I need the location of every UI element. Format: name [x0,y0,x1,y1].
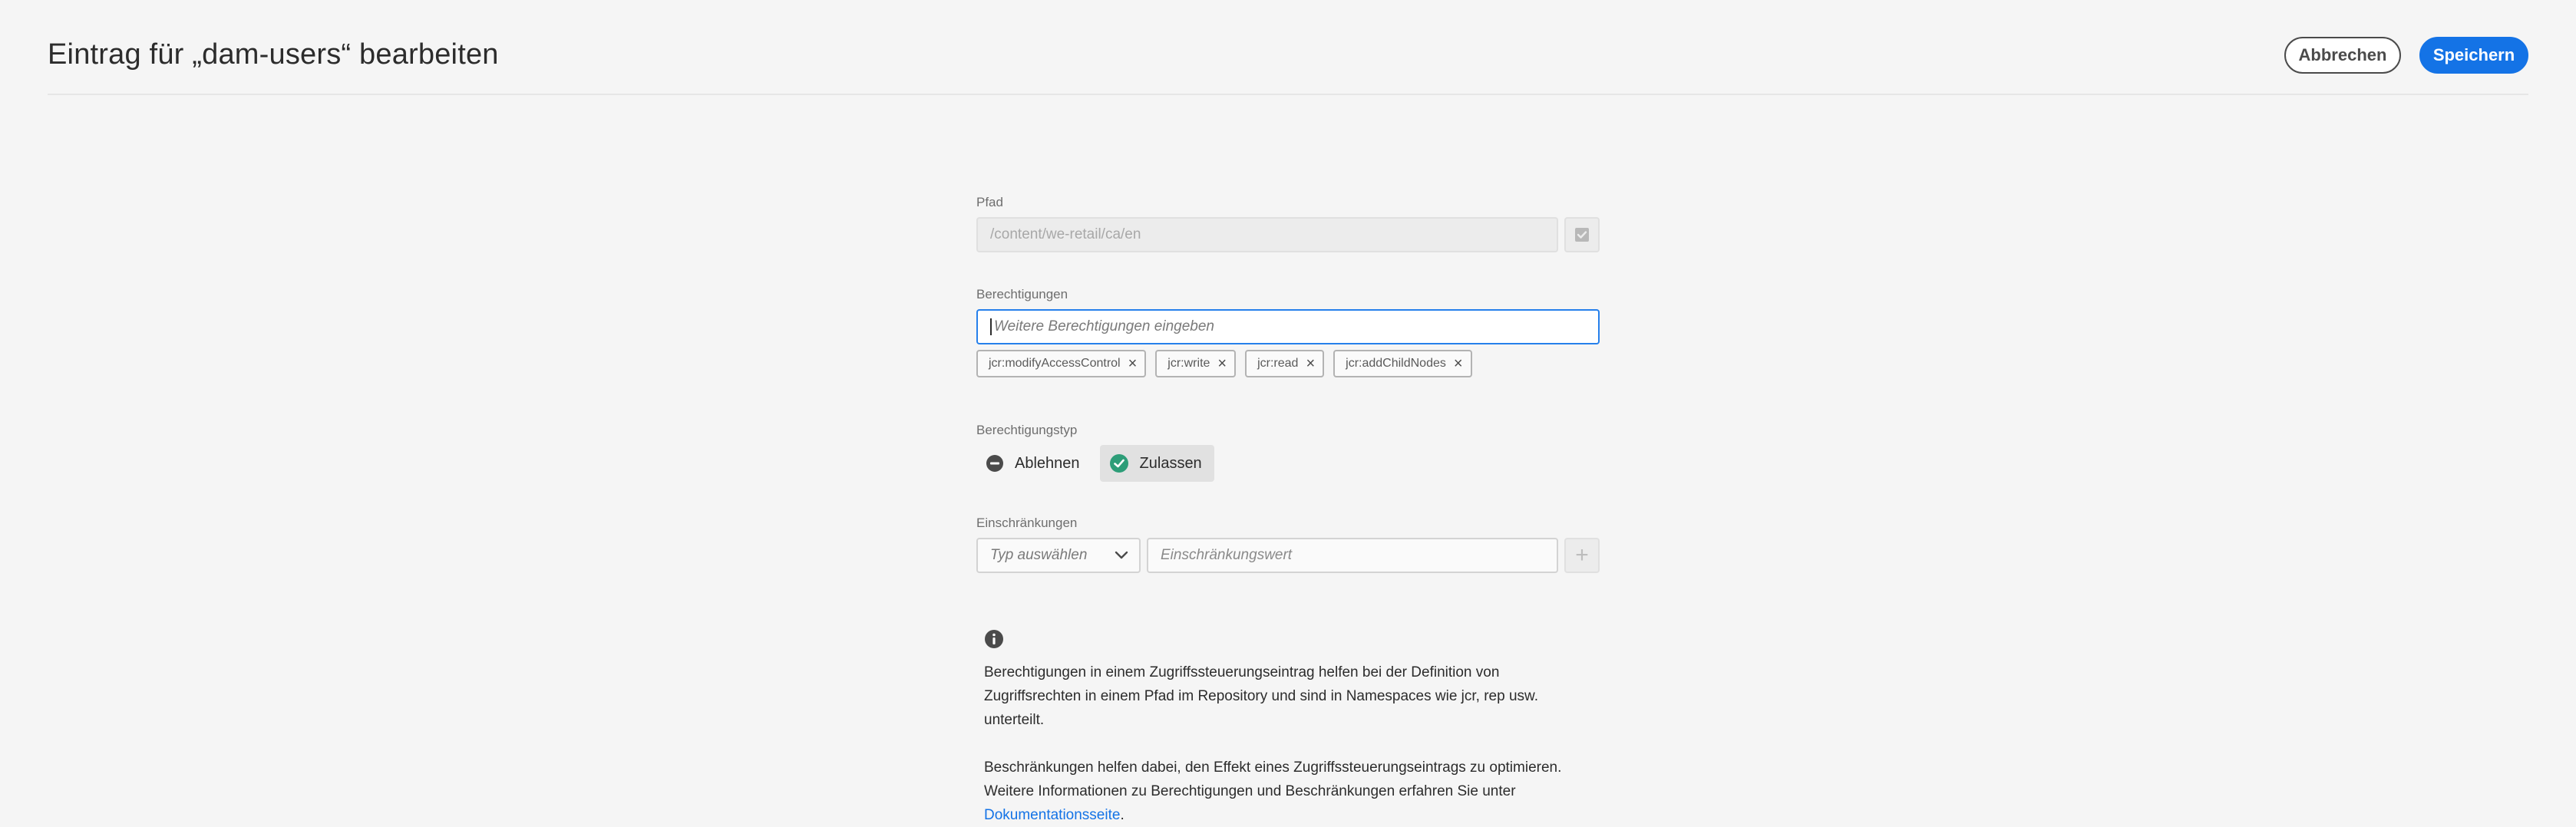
deny-icon [986,454,1004,473]
checkbox-icon [1575,228,1589,242]
restrictions-label: Einschränkungen [976,516,1078,530]
path-browse-button [1564,217,1600,252]
plus-icon: + [1575,542,1589,568]
tag-label: jcr:addChildNodes [1346,357,1446,370]
permission-tag: jcr:write × [1155,350,1237,377]
tag-label: jcr:modifyAccessControl [989,357,1121,370]
info-icon [985,630,1003,648]
page-title: Eintrag für „dam-users“ bearbeiten [48,38,499,71]
path-input: /content/we-retail/ca/en [976,217,1558,252]
documentation-link[interactable]: Dokumentationsseite [984,807,1120,823]
allow-check-icon [1109,453,1129,473]
permission-tags: jcr:modifyAccessControl × jcr:write × jc… [976,350,1472,377]
allow-label: Zulassen [1139,454,1202,472]
permissions-label: Berechtigungen [976,287,1068,301]
permission-type-label: Berechtigungstyp [976,423,1078,437]
path-label: Pfad [976,195,1003,209]
path-value: /content/we-retail/ca/en [990,226,1141,242]
cancel-button[interactable]: Abbrechen [2284,37,2401,74]
tag-label: jcr:read [1257,357,1299,370]
restriction-type-select[interactable]: Typ auswählen [976,538,1141,573]
permissions-input[interactable]: Weitere Berechtigungen eingeben [976,309,1600,344]
permission-tag: jcr:read × [1245,350,1325,377]
restriction-value-placeholder: Einschränkungswert [1161,547,1293,563]
info-paragraph-restrictions-text: Beschränkungen helfen dabei, den Effekt … [984,759,1562,799]
text-caret [990,318,992,335]
restriction-value-input[interactable]: Einschränkungswert [1147,538,1558,573]
deny-label: Ablehnen [1015,454,1080,472]
allow-option[interactable]: Zulassen [1099,445,1214,482]
deny-option[interactable]: Ablehnen [976,445,1092,482]
info-paragraph-restrictions: Beschränkungen helfen dabei, den Effekt … [984,756,1583,827]
permission-tag: jcr:modifyAccessControl × [976,350,1147,377]
remove-tag-icon[interactable]: × [1306,356,1315,371]
remove-tag-icon[interactable]: × [1217,356,1227,371]
save-button[interactable]: Speichern [2419,37,2528,74]
permission-tag: jcr:addChildNodes × [1333,350,1472,377]
info-section: Berechtigungen in einem Zugriffssteuerun… [984,629,1583,827]
info-paragraph-permissions: Berechtigungen in einem Zugriffssteuerun… [984,664,1538,728]
tag-label: jcr:write [1167,357,1210,370]
remove-tag-icon[interactable]: × [1454,356,1463,371]
page-header: Eintrag für „dam-users“ bearbeiten Abbre… [48,0,2528,95]
chevron-down-icon [1115,551,1128,559]
remove-tag-icon[interactable]: × [1128,356,1138,371]
permission-type-group: Ablehnen Zulassen [976,445,1214,482]
link-suffix: . [1120,807,1125,823]
add-restriction-button: + [1564,538,1600,573]
permissions-placeholder: Weitere Berechtigungen eingeben [994,318,1214,334]
restriction-type-placeholder: Typ auswählen [990,547,1088,563]
